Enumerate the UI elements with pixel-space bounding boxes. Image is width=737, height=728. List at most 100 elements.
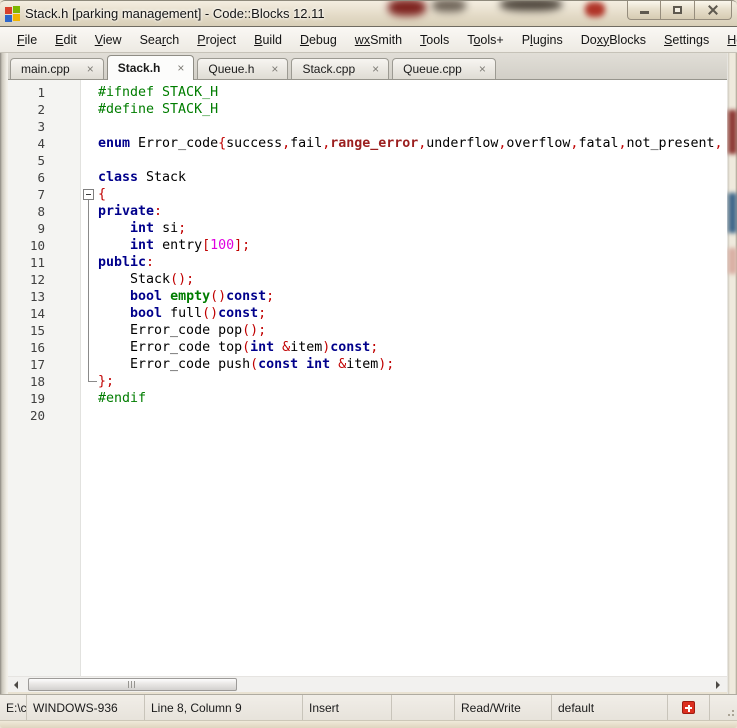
line-number: 10 [29, 238, 45, 253]
fold-margin [80, 339, 98, 356]
gutter-spacer [45, 271, 80, 288]
code-text[interactable]: #ifndef STACK_H [98, 84, 727, 101]
close-button[interactable] [695, 1, 732, 20]
code-text[interactable]: int entry[100]; [98, 237, 727, 254]
window-left-border [0, 53, 8, 694]
tab-close-icon[interactable]: × [368, 62, 383, 76]
status-modified [392, 695, 455, 720]
fold-margin [80, 254, 98, 271]
tab-close-icon[interactable]: × [267, 62, 282, 76]
menu-edit[interactable]: Edit [46, 33, 86, 47]
right-arrow-icon [716, 680, 720, 689]
status-filler [710, 695, 737, 720]
menu-tools[interactable]: Tools [411, 33, 458, 47]
code-text[interactable]: Stack(); [98, 271, 727, 288]
code-text[interactable] [98, 118, 727, 135]
scroll-left-button[interactable] [8, 677, 24, 692]
background-blur-blob [585, 2, 605, 17]
maximize-button[interactable] [661, 1, 695, 20]
code-text[interactable]: bool full()const; [98, 305, 727, 322]
line-number: 14 [29, 306, 45, 321]
fold-margin [80, 271, 98, 288]
code-text[interactable]: int si; [98, 220, 727, 237]
fold-margin [80, 135, 98, 152]
status-cursor-position: Line 8, Column 9 [145, 695, 303, 720]
window-bottom-border [0, 720, 737, 728]
scroll-right-button[interactable] [710, 677, 726, 692]
title-bar[interactable]: Stack.h [parking management] - Code::Blo… [0, 0, 737, 26]
minimize-button[interactable] [627, 1, 661, 20]
gutter-spacer [45, 101, 80, 118]
scrollbar-thumb[interactable] [28, 678, 237, 691]
tab-label: Queue.h [208, 62, 255, 76]
line-number: 6 [37, 170, 45, 185]
code-text[interactable]: private: [98, 203, 727, 220]
tab-stack-cpp[interactable]: Stack.cpp × [291, 58, 390, 79]
tab-close-icon[interactable]: × [173, 61, 188, 75]
code-text[interactable]: Error_code pop(); [98, 322, 727, 339]
fold-margin [80, 152, 98, 169]
menu-tools[interactable]: Tools+ [458, 33, 512, 47]
resize-grip[interactable] [724, 706, 734, 716]
tab-queue-cpp[interactable]: Queue.cpp × [392, 58, 496, 79]
code-line: 19 #endif [8, 390, 727, 407]
line-number: 19 [29, 391, 45, 406]
menu-project[interactable]: Project [188, 33, 245, 47]
gutter-spacer [45, 186, 80, 203]
code-line: 11 public: [8, 254, 727, 271]
code-text[interactable] [98, 407, 727, 424]
gutter-spacer [45, 220, 80, 237]
code-text[interactable]: public: [98, 254, 727, 271]
line-number: 3 [37, 119, 45, 134]
menu-doxyblocks[interactable]: DoxyBlocks [572, 33, 655, 47]
editor-tab-bar: main.cpp × Stack.h × Queue.h × Stack.cpp × Queue… [0, 53, 737, 80]
fold-margin [80, 322, 98, 339]
menu-file[interactable]: File [8, 33, 46, 47]
menu-view[interactable]: View [86, 33, 131, 47]
tab-label: main.cpp [21, 62, 70, 76]
red-cross-badge-icon[interactable] [682, 701, 695, 714]
code-text[interactable] [98, 152, 727, 169]
fold-margin [80, 237, 98, 254]
code-text[interactable]: #define STACK_H [98, 101, 727, 118]
code-text[interactable]: bool empty()const; [98, 288, 727, 305]
tab-close-icon[interactable]: × [83, 62, 98, 76]
menu-settings[interactable]: Settings [655, 33, 718, 47]
menu-plugins[interactable]: Plugins [513, 33, 572, 47]
code-editor[interactable]: 1 #ifndef STACK_H 2 #define STACK_H 3 4 enum E… [8, 80, 727, 676]
gutter-spacer [45, 135, 80, 152]
menu-bar: File Edit View Search Project Build Debug wxSmi… [0, 26, 737, 53]
code-text[interactable]: enum Error_code{success,fail,range_error… [98, 135, 727, 152]
background-blur-blob [388, 1, 426, 16]
gutter-spacer [45, 390, 80, 407]
fold-toggle-icon[interactable] [80, 186, 98, 203]
gutter-spacer [45, 305, 80, 322]
code-text[interactable]: }; [98, 373, 727, 390]
gutter-spacer [45, 169, 80, 186]
gutter-spacer [45, 254, 80, 271]
tab-close-icon[interactable]: × [475, 62, 490, 76]
code-text[interactable]: Error_code top(int &item)const; [98, 339, 727, 356]
line-number: 1 [37, 85, 45, 100]
menu-debug[interactable]: Debug [291, 33, 346, 47]
tab-queue-h[interactable]: Queue.h × [197, 58, 289, 79]
background-blur-blob [432, 1, 466, 12]
code-line: 15 Error_code pop(); [8, 322, 727, 339]
menu-help[interactable]: Help [718, 33, 737, 47]
horizontal-scrollbar[interactable] [8, 676, 727, 692]
code-text[interactable]: Error_code push(const int &item); [98, 356, 727, 373]
menu-search[interactable]: Search [131, 33, 189, 47]
code-text[interactable]: class Stack [98, 169, 727, 186]
codeblocks-app-icon[interactable] [5, 6, 20, 22]
code-text[interactable]: #endif [98, 390, 727, 407]
line-number: 8 [37, 204, 45, 219]
gutter-spacer [45, 84, 80, 101]
code-text[interactable]: { [98, 186, 727, 203]
tab-stack-h[interactable]: Stack.h × [106, 55, 195, 80]
tab-main-cpp[interactable]: main.cpp × [10, 58, 104, 79]
menu-build[interactable]: Build [245, 33, 291, 47]
menu-wxsmith[interactable]: wxSmith [346, 33, 411, 47]
line-number: 20 [29, 408, 45, 423]
background-blur-blob [728, 248, 737, 274]
code-line: 16 Error_code top(int &item)const; [8, 339, 727, 356]
